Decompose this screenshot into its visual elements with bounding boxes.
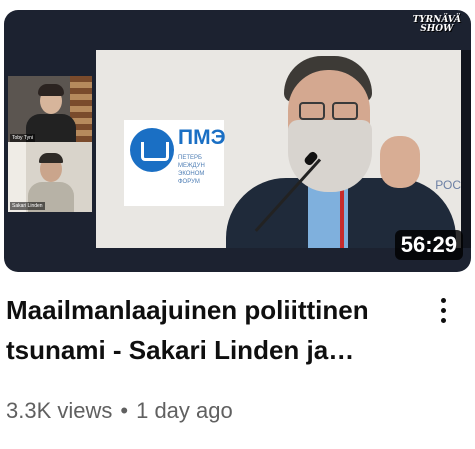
speaker-hand — [380, 136, 420, 188]
video-title[interactable]: Maailmanlaajuinen poliittinen tsunami - … — [6, 290, 416, 370]
view-count: 3.3K views — [6, 398, 113, 423]
forum-sign-right: РОС — [435, 178, 461, 192]
participant-2-name: Sakari Linden — [10, 202, 45, 210]
video-title-line-2[interactable]: tsunami - Sakari Linden ja… — [6, 335, 354, 365]
forum-sign: ПМЭ ПЕТЕРБ МЕЖДУН ЭКОНОМ ФОРУМ — [124, 120, 226, 206]
duration-badge: 56:29 — [394, 230, 463, 260]
video-card[interactable]: Toby Tyni Sakari Linden ПМЭ ПЕТЕРБ МЕЖДУ… — [0, 0, 475, 449]
forum-sign-title: ПМЭ — [178, 126, 226, 149]
video-thumbnail[interactable]: Toby Tyni Sakari Linden ПМЭ ПЕТЕРБ МЕЖДУ… — [4, 10, 471, 272]
participant-video-2: Sakari Linden — [8, 142, 92, 212]
more-vert-icon — [440, 297, 446, 303]
forum-logo-icon — [130, 128, 174, 172]
meta-separator: • — [120, 398, 129, 423]
upload-age: 1 day ago — [136, 398, 233, 423]
glasses-icon — [299, 102, 325, 120]
main-speaker-video: ПМЭ ПЕТЕРБ МЕЖДУН ЭКОНОМ ФОРУМ РОС — [96, 50, 471, 248]
forum-sign-subtitle: ПЕТЕРБ МЕЖДУН ЭКОНОМ ФОРУМ — [178, 155, 205, 185]
video-title-line-1[interactable]: Maailmanlaajuinen poliittinen — [6, 295, 369, 325]
video-metadata: 3.3K views • 1 day ago — [6, 396, 233, 426]
more-options-button[interactable] — [428, 290, 458, 330]
participant-1-name: Toby Tyni — [10, 134, 36, 142]
participant-video-1: Toby Tyni — [8, 76, 92, 144]
channel-watermark-logo: TYRNÄVÄ SHOW — [412, 15, 461, 34]
